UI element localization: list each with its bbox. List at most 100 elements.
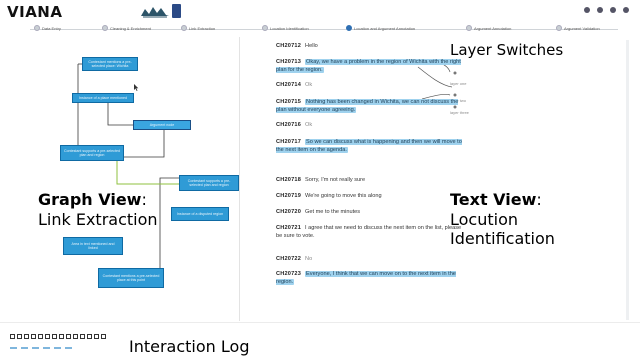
log-entry-icon[interactable] [52,334,57,339]
locution-annotation-line2: Identification [450,229,555,248]
step-label: Argument Validation [564,25,600,31]
cursor-icon [134,84,139,91]
interaction-log-panel: Interaction Log [0,322,640,362]
step-label: Link Extraction [189,25,216,31]
paragraph-id: CH20718 [276,177,302,183]
paragraph-id: CH20723 [276,271,302,277]
step-dot-icon [346,25,352,31]
text-view-scrollbar[interactable] [626,40,629,320]
log-entry-icon[interactable] [24,334,29,339]
step-label: Location and Argument Annotation [354,25,416,31]
step-item[interactable]: Data Entry [34,25,61,31]
log-entry-icon[interactable] [10,334,15,339]
log-entry-icon[interactable] [101,334,106,339]
step-item[interactable]: Link Extraction [181,25,215,31]
log-entry-icon[interactable] [80,334,85,339]
graph-node[interactable]: Contestant supports a pre-selected plan … [60,145,124,161]
paragraph-id: CH20722 [276,256,302,262]
graph-node-label: Area in text mentioned and linked [71,241,115,250]
logo-figure-icon [141,7,169,18]
log-entry-icon[interactable] [38,334,43,339]
step-item[interactable]: Argument Validation [556,25,600,31]
locution-annotation-line1: Locution [450,210,519,229]
step-dot-icon [181,25,187,31]
graph-node[interactable]: Contestant mentions a pre-selected place… [82,57,138,71]
paragraph-id: CH20720 [276,209,302,215]
step-item[interactable]: Cleaning & Enrichment [102,25,151,31]
graph-node-label: Contestant supports a pre-selected plan … [187,178,231,187]
step-item-active[interactable]: Location and Argument Annotation [346,25,415,31]
step-label: Data Entry [42,25,61,31]
graph-edge-highlight [116,157,179,185]
log-marker [65,347,72,349]
step-dot-icon [556,25,562,31]
institution-logo-icon [172,4,181,18]
layer-switch-toggle [453,93,457,97]
log-marker [21,347,28,349]
top-bar: VIANA [0,0,640,24]
paragraph-text: I agree that we need to discuss the next… [276,225,462,239]
paragraph-text: Sorry, I'm not really sure [305,177,366,183]
locution-highlight[interactable]: Nothing has been changed in Wichita, we … [276,99,459,113]
graph-node[interactable]: Instance of a place mentioned [72,93,134,103]
text-paragraph: CH20721 I agree that we need to discuss t… [276,225,466,241]
text-paragraph: CH20712 Hello [276,43,466,51]
step-navigation: Data Entry Cleaning & Enrichment Link Ex… [0,24,640,36]
text-paragraph: CH20722 No [276,256,466,264]
paragraph-id: CH20715 [276,99,302,105]
paragraph-id: CH20712 [276,43,302,49]
text-view-panel[interactable]: Layer Switches layer one layer two layer… [240,37,636,321]
log-entry-icon[interactable] [87,334,92,339]
text-paragraph: CH20713 Okay, we have a problem in the re… [276,59,466,75]
paragraph-text: No [305,256,313,262]
graph-view-panel[interactable]: Contestant mentions a pre-selected place… [4,37,240,321]
graph-node[interactable]: Area in text mentioned and linked [63,237,123,255]
graph-node[interactable]: Contestant supports a pre-selected plan … [179,175,239,191]
graph-node-label: Instance of a disputed region [176,211,224,216]
step-dot-icon [34,25,40,31]
text-paragraph: CH20719 We're going to move this along [276,193,466,201]
log-entry-icon[interactable] [17,334,22,339]
text-paragraph: CH20715 Nothing has been changed in Wichi… [276,99,466,115]
log-marker [10,347,17,349]
log-marker [54,347,61,349]
step-dot-icon [466,25,472,31]
step-label: Cleaning & Enrichment [110,25,151,31]
paragraph-text: Ok [305,82,313,88]
user-icon[interactable] [584,7,590,13]
log-entry-icon[interactable] [66,334,71,339]
menu-icon[interactable] [623,7,629,13]
text-paragraph: CH20718 Sorry, I'm not really sure [276,177,466,185]
app-logo[interactable]: VIANA [7,3,62,21]
graph-view-annotation: Graph View: [38,190,147,209]
paragraph-id: CH20714 [276,82,302,88]
paragraph-id: CH20717 [276,139,302,145]
step-dot-icon [262,25,268,31]
graph-node-label: Argument node [149,122,175,127]
step-label: Location Identification [270,25,309,31]
graph-node[interactable]: Instance of a disputed region [171,207,229,221]
help-icon[interactable] [610,7,616,13]
locution-highlight[interactable]: Okay, we have a problem in the region of… [276,59,461,73]
log-entry-icon[interactable] [59,334,64,339]
text-paragraph: CH20720 Get me to the minutes [276,209,466,217]
graph-node[interactable]: Contestant mentions a pre-selected place… [98,268,164,288]
step-label: Argument Annotation [474,25,512,31]
locution-highlight[interactable]: Everyone, I think that we can move on to… [276,271,456,285]
paragraph-text: Get me to the minutes [305,209,361,215]
log-entry-icon[interactable] [31,334,36,339]
text-paragraph: CH20723 Everyone, I think that we can mov… [276,271,466,287]
settings-icon[interactable] [597,7,603,13]
graph-node-label: Contestant mentions a pre-selected place… [102,273,160,282]
locution-highlight[interactable]: So we can discuss what is happening and … [276,139,462,153]
log-entry-icon[interactable] [73,334,78,339]
text-paragraph: CH20714 Ok [276,82,466,90]
log-entry-icon[interactable] [94,334,99,339]
graph-node-selected[interactable]: Argument node [133,120,191,130]
paragraph-id: CH20721 [276,225,302,231]
text-view-annotation: Text View: [450,190,542,209]
log-entry-icon[interactable] [45,334,50,339]
paragraph-id: CH20716 [276,122,302,128]
step-item[interactable]: Argument Annotation [466,25,511,31]
step-item[interactable]: Location Identification [262,25,309,31]
